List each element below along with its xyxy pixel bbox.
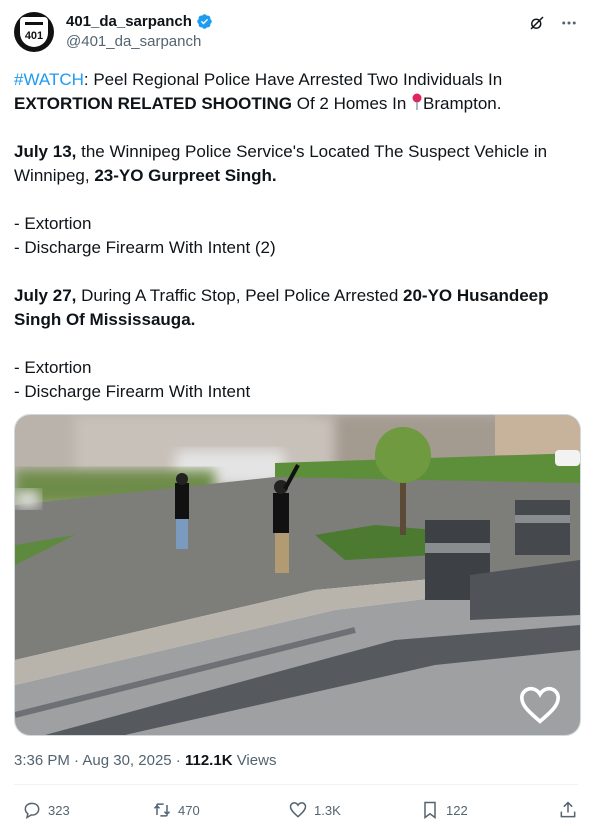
tweet-time[interactable]: 3:36 PM bbox=[14, 752, 70, 769]
author-display-name[interactable]: 401_da_sarpanch bbox=[66, 13, 192, 30]
grok-icon[interactable] bbox=[528, 14, 546, 32]
video-frame-image bbox=[15, 415, 580, 735]
reply-icon bbox=[24, 802, 40, 820]
heart-animation-icon[interactable] bbox=[518, 685, 562, 725]
tweet-paragraph-2: July 13, the Winnipeg Police Service's L… bbox=[14, 140, 574, 188]
charge-item: - Extortion bbox=[14, 358, 92, 377]
charge-item: - Discharge Firearm With Intent (2) bbox=[14, 238, 276, 257]
tweet-paragraph-3: - Extortion - Discharge Firearm With Int… bbox=[14, 212, 574, 260]
repost-button[interactable]: 470 bbox=[152, 800, 200, 820]
like-button[interactable]: 1.3K bbox=[288, 800, 341, 820]
tweet-header: 401 401_da_sarpanch @401_da_sarpanch bbox=[14, 12, 578, 56]
views-label: Views bbox=[232, 752, 277, 769]
share-icon bbox=[560, 801, 576, 818]
meta-separator: · bbox=[171, 752, 185, 769]
tweet-text-segment: Of 2 Homes In bbox=[292, 94, 412, 113]
tweet-bold-segment: 23-YO Gurpreet Singh. bbox=[94, 166, 277, 185]
views-count: 112.1K bbox=[184, 752, 233, 769]
heart-icon bbox=[289, 802, 307, 818]
tweet-paragraph-1: #WATCH: Peel Regional Police Have Arrest… bbox=[14, 68, 574, 116]
bookmark-count: 122 bbox=[446, 802, 468, 818]
avatar-text: 401 bbox=[24, 30, 44, 42]
tweet-bold-segment: July 27, bbox=[14, 286, 77, 305]
charge-item: - Extortion bbox=[14, 214, 92, 233]
author-name-block: 401_da_sarpanch @401_da_sarpanch bbox=[66, 13, 213, 50]
reply-button[interactable]: 323 bbox=[22, 800, 70, 820]
action-bar: 323 470 1.3K 122 bbox=[14, 800, 578, 828]
repost-count: 470 bbox=[178, 802, 200, 818]
author-handle[interactable]: @401_da_sarpanch bbox=[66, 33, 213, 50]
tweet-bold-segment: EXTORTION RELATED SHOOTING bbox=[14, 94, 292, 113]
tweet-text-segment: During A Traffic Stop, Peel Police Arres… bbox=[76, 286, 404, 305]
hashtag-link[interactable]: #WATCH bbox=[14, 70, 84, 89]
divider bbox=[14, 784, 578, 785]
tweet-video[interactable] bbox=[14, 414, 581, 736]
repost-icon bbox=[153, 803, 171, 817]
meta-separator: · bbox=[69, 752, 83, 769]
tweet-paragraph-4: July 27, During A Traffic Stop, Peel Pol… bbox=[14, 284, 574, 332]
tweet-date[interactable]: Aug 30, 2025 bbox=[82, 752, 171, 769]
share-button[interactable] bbox=[558, 800, 578, 820]
charge-item: - Discharge Firearm With Intent bbox=[14, 382, 251, 401]
like-count: 1.3K bbox=[314, 802, 341, 818]
bookmark-icon bbox=[424, 801, 436, 819]
more-icon[interactable] bbox=[560, 14, 578, 32]
avatar[interactable]: 401 bbox=[14, 12, 54, 52]
tweet-text: #WATCH: Peel Regional Police Have Arrest… bbox=[14, 68, 574, 404]
bookmark-button[interactable]: 122 bbox=[420, 800, 468, 820]
round-pushpin-emoji-icon bbox=[412, 93, 422, 110]
tweet-meta: 3:36 PM · Aug 30, 2025 · 112.1K Views bbox=[14, 752, 276, 769]
verified-badge-icon bbox=[197, 14, 212, 29]
tweet-bold-segment: July 13, bbox=[14, 142, 77, 161]
reply-count: 323 bbox=[48, 802, 70, 818]
tweet-paragraph-5: - Extortion - Discharge Firearm With Int… bbox=[14, 356, 574, 404]
tweet-text-segment: Brampton. bbox=[423, 94, 502, 113]
highway-shield-logo: 401 bbox=[20, 17, 48, 47]
tweet-text-segment: : Peel Regional Police Have Arrested Two… bbox=[83, 70, 503, 89]
